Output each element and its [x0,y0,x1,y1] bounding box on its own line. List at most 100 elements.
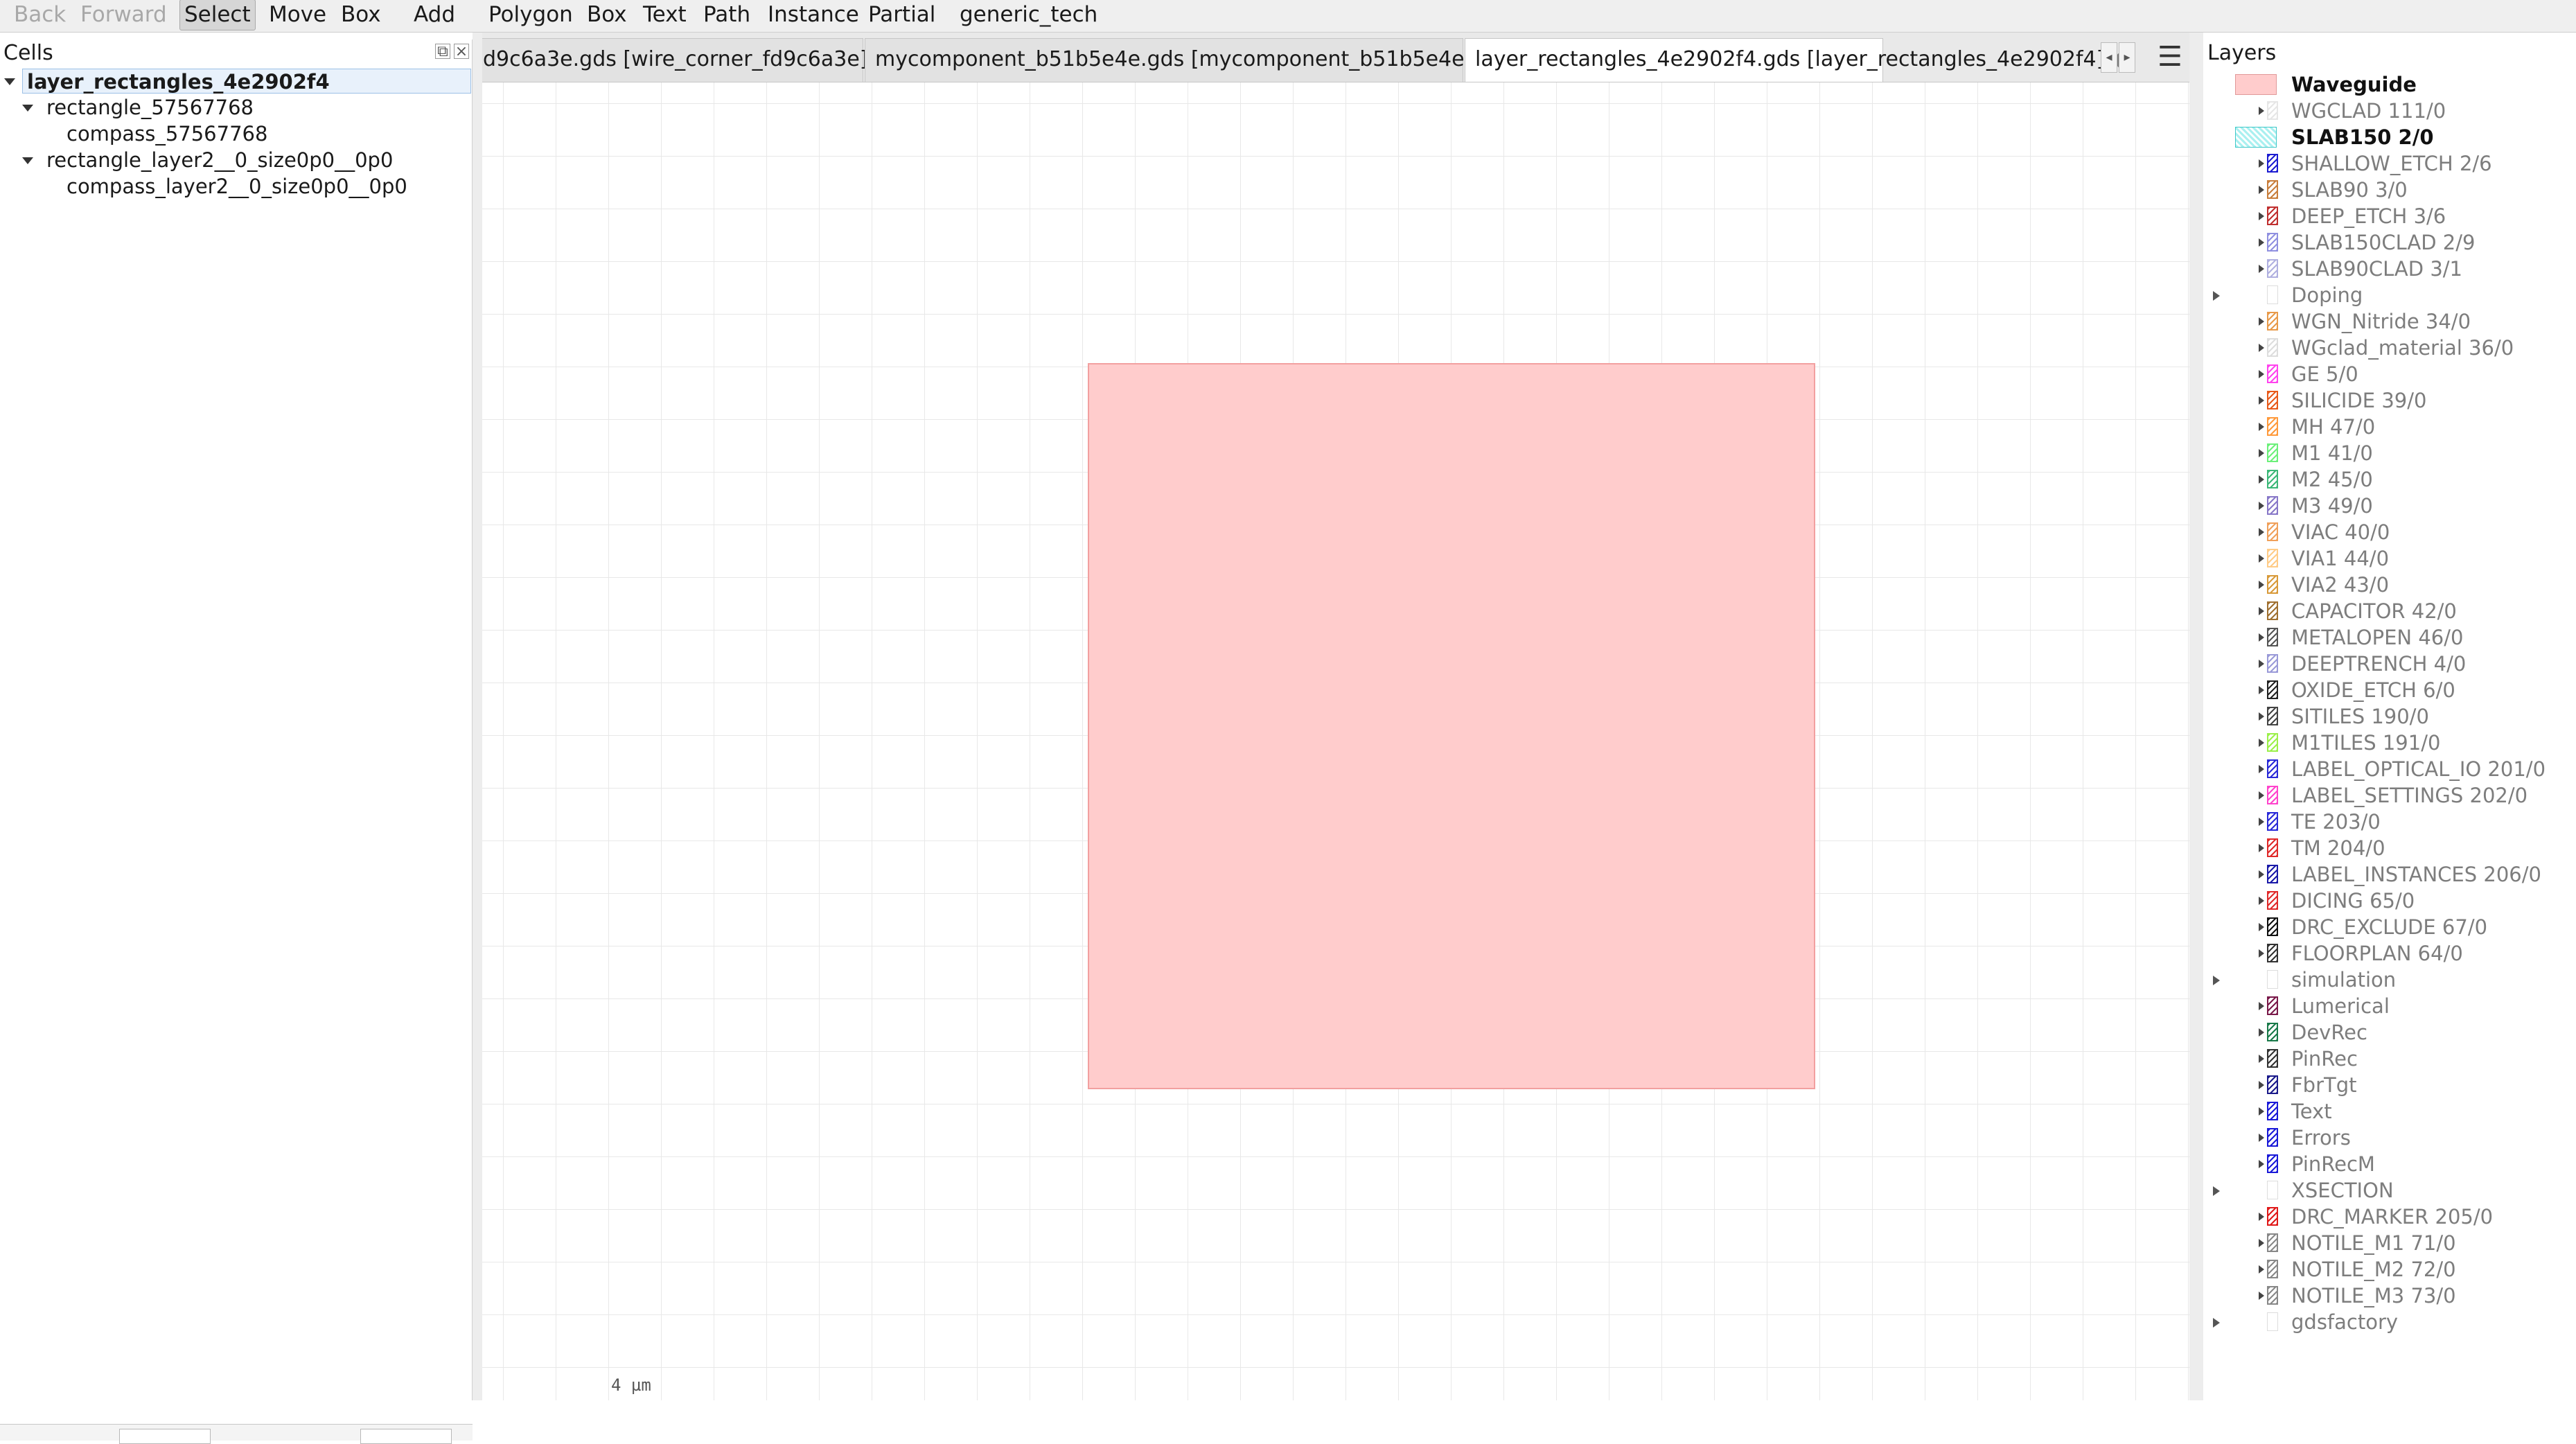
layer-color-swatch[interactable] [2267,259,2278,278]
layer-color-swatch[interactable] [2267,470,2278,488]
expand-layer-icon[interactable] [2259,897,2264,905]
box-shape-button[interactable]: Box [587,0,627,33]
layer-row[interactable]: GE 5/0 [2203,361,2576,387]
layer-row[interactable]: M1TILES 191/0 [2203,730,2576,756]
layer-color-swatch[interactable] [2267,838,2278,857]
expand-layer-icon[interactable] [2259,528,2264,536]
layer-color-swatch[interactable] [2267,1075,2278,1094]
layer-row[interactable]: FLOORPLAN 64/0 [2203,940,2576,967]
layer-color-swatch[interactable] [2267,312,2278,331]
tab-wire-corner[interactable]: d9c6a3e.gds [wire_corner_fd9c6a3e]× [482,38,897,82]
expand-group-icon[interactable] [2213,976,2220,985]
add-button[interactable]: Add [414,0,455,33]
expand-layer-icon[interactable] [2259,475,2264,484]
tab-scroll-right-icon[interactable]: ▸ [2119,42,2135,73]
layer-color-swatch[interactable] [2267,707,2278,725]
expand-layer-icon[interactable] [2259,1055,2264,1063]
layer-color-swatch[interactable] [2267,549,2278,567]
layer-color-swatch[interactable] [2267,628,2278,646]
forward-button[interactable]: Forward [80,0,167,33]
expand-layer-icon[interactable] [2259,554,2264,563]
expand-group-icon[interactable] [2213,1318,2220,1328]
layer-color-swatch[interactable] [2267,443,2278,462]
expand-toggle-icon[interactable] [22,157,33,164]
expand-layer-icon[interactable] [2259,1002,2264,1010]
layer-color-swatch[interactable] [2267,970,2278,989]
layer-row[interactable]: SILICIDE 39/0 [2203,387,2576,414]
expand-layer-icon[interactable] [2259,238,2264,247]
layout-canvas[interactable]: 4 µm [482,82,2189,1400]
layer-row[interactable]: MH 47/0 [2203,414,2576,440]
layer-row[interactable]: DEEP_ETCH 3/6 [2203,203,2576,229]
layer-color-swatch[interactable] [2267,733,2278,752]
layer-color-swatch[interactable] [2267,233,2278,252]
layer-color-swatch[interactable] [2267,944,2278,962]
expand-layer-icon[interactable] [2259,923,2264,931]
layer-color-swatch[interactable] [2267,1181,2278,1199]
move-tool-button[interactable]: Move [269,0,326,33]
layer-color-swatch[interactable] [2267,1128,2278,1147]
layer-color-swatch[interactable] [2267,154,2278,173]
layer-row[interactable]: Doping [2203,282,2576,308]
hamburger-menu-icon[interactable]: ☰ [2158,42,2185,72]
expand-layer-icon[interactable] [2259,107,2264,115]
expand-layer-icon[interactable] [2259,317,2264,326]
layer-color-swatch[interactable] [2267,786,2278,804]
expand-layer-icon[interactable] [2259,818,2264,826]
expand-layer-icon[interactable] [2259,344,2264,352]
layer-row[interactable]: DEEPTRENCH 4/0 [2203,651,2576,677]
layer-color-swatch[interactable] [2267,1260,2278,1278]
layer-row[interactable]: gdsfactory [2203,1309,2576,1335]
layer-color-swatch[interactable] [2267,180,2278,199]
layer-color-swatch[interactable] [2267,1049,2278,1068]
layer-color-swatch[interactable] [2267,1023,2278,1041]
layer-color-swatch[interactable] [2267,391,2278,410]
layer-color-swatch[interactable] [2235,74,2277,95]
cell-tree-item[interactable]: compass_layer2__0_size0p0__0p0 [67,174,407,199]
layer-row[interactable]: SLAB90 3/0 [2203,177,2576,203]
expand-layer-icon[interactable] [2259,686,2264,694]
layer-row[interactable]: LABEL_INSTANCES 206/0 [2203,861,2576,888]
tech-selector[interactable]: generic_tech [960,0,1097,33]
panel-splitter[interactable] [2189,33,2203,1400]
layer-color-swatch[interactable] [2267,206,2278,225]
box-tool-button[interactable]: Box [341,0,381,33]
layout-rectangle-shape[interactable] [1088,363,1815,1089]
layer-color-swatch[interactable] [2267,1207,2278,1226]
cell-tree-item[interactable]: rectangle_layer2__0_size0p0__0p0 [46,148,393,173]
expand-layer-icon[interactable] [2259,1213,2264,1221]
layer-color-swatch[interactable] [2267,759,2278,778]
layer-color-swatch[interactable] [2267,496,2278,515]
expand-toggle-icon[interactable] [4,78,15,85]
close-panel-icon[interactable]: × [454,44,469,60]
layer-row[interactable]: DevRec [2203,1019,2576,1046]
layer-row[interactable]: DRC_EXCLUDE 67/0 [2203,914,2576,940]
back-button[interactable]: Back [14,0,66,33]
layer-color-swatch[interactable] [2267,1233,2278,1252]
layer-row[interactable]: TM 204/0 [2203,835,2576,861]
expand-layer-icon[interactable] [2259,633,2264,642]
layer-color-swatch[interactable] [2267,417,2278,436]
layer-row[interactable]: PinRec [2203,1046,2576,1072]
expand-layer-icon[interactable] [2259,1028,2264,1037]
expand-layer-icon[interactable] [2259,844,2264,852]
expand-layer-icon[interactable] [2259,712,2264,721]
layer-color-swatch[interactable] [2267,1312,2278,1331]
layer-color-swatch[interactable] [2267,101,2278,120]
layer-color-swatch[interactable] [2267,338,2278,357]
layer-color-swatch[interactable] [2235,127,2277,148]
layer-row[interactable]: OXIDE_ETCH 6/0 [2203,677,2576,703]
layer-row[interactable]: DRC_MARKER 205/0 [2203,1204,2576,1230]
layer-color-swatch[interactable] [2267,285,2278,304]
layer-row[interactable]: DICING 65/0 [2203,888,2576,914]
partial-tool-button[interactable]: Partial [868,0,935,33]
layer-color-swatch[interactable] [2267,1154,2278,1173]
select-tool-button[interactable]: Select [179,0,256,30]
expand-layer-icon[interactable] [2259,949,2264,958]
expand-group-icon[interactable] [2213,291,2220,301]
layer-row[interactable]: SLAB90CLAD 3/1 [2203,256,2576,282]
layer-color-swatch[interactable] [2267,1286,2278,1305]
expand-layer-icon[interactable] [2259,1160,2264,1168]
layer-row[interactable]: TE 203/0 [2203,809,2576,835]
layer-row[interactable]: Text [2203,1098,2576,1125]
